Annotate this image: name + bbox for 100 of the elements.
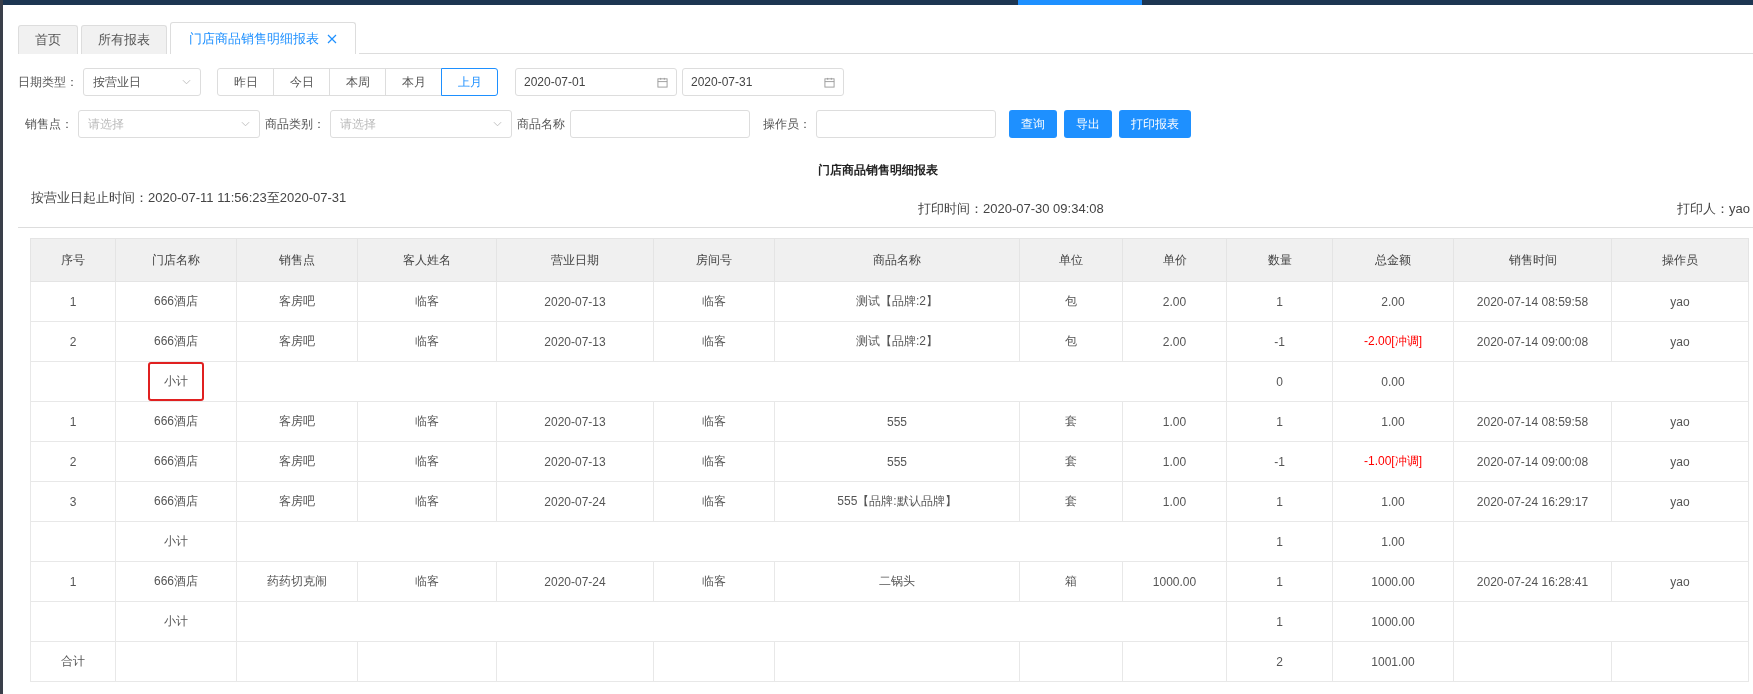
table-cell: 客房吧 xyxy=(236,281,358,322)
table-cell: -1 xyxy=(1226,441,1333,482)
table-cell: 555 xyxy=(774,441,1020,482)
total-label: 合计 xyxy=(30,641,116,682)
table-cell: 2 xyxy=(30,321,116,362)
filter-label: 日期类型： xyxy=(18,73,78,91)
column-header: 门店名称 xyxy=(115,238,237,282)
table-cell: 1.00 xyxy=(1332,401,1454,442)
table-cell: 客房吧 xyxy=(236,321,358,362)
table-cell: 2020-07-13 xyxy=(496,321,654,362)
table-cell: 临客 xyxy=(357,321,497,362)
table-cell: 客房吧 xyxy=(236,441,358,482)
print-time-text: 打印时间：2020-07-30 09:34:08 xyxy=(918,200,1104,218)
table-cell: -1.00[冲调] xyxy=(1332,441,1454,482)
caret-icon xyxy=(182,79,191,85)
date-type-select[interactable]: 按营业日 xyxy=(83,68,201,96)
table-cell: 1 xyxy=(1226,481,1333,522)
column-header: 序号 xyxy=(30,238,116,282)
close-icon[interactable] xyxy=(327,33,337,44)
filter-label: 销售点： xyxy=(24,115,73,133)
table-cell: 1.00 xyxy=(1122,481,1227,522)
table-cell: 套 xyxy=(1019,441,1123,482)
table-cell: 1 xyxy=(1226,521,1333,562)
calendar-icon xyxy=(824,76,835,88)
table-cell: yao xyxy=(1611,441,1749,482)
table-cell: yao xyxy=(1611,321,1749,362)
tab[interactable]: 首页 xyxy=(18,25,78,54)
table-cell: 555 xyxy=(774,401,1020,442)
table-cell: 箱 xyxy=(1019,561,1123,602)
table-cell: yao xyxy=(1611,281,1749,322)
caret-icon xyxy=(493,121,502,127)
table-cell: 2020-07-14 09:00:08 xyxy=(1453,321,1612,362)
date-range-button[interactable]: 今日 xyxy=(273,68,330,96)
table-cell: 3 xyxy=(30,481,116,522)
table-cell: 2020-07-14 08:59:58 xyxy=(1453,281,1612,322)
table-cell: 2020-07-24 16:28:41 xyxy=(1453,561,1612,602)
date-range-button[interactable]: 本月 xyxy=(385,68,442,96)
printer-text: 打印人：yao xyxy=(1677,200,1750,218)
filter-label: 商品名称 xyxy=(517,115,565,133)
operator-field[interactable] xyxy=(816,110,996,138)
table-cell: 临客 xyxy=(653,281,775,322)
filter-label: 操作员： xyxy=(763,115,811,133)
table-cell: 1.00 xyxy=(1332,481,1454,522)
table-cell: 1.00 xyxy=(1332,521,1454,562)
table-cell: yao xyxy=(1611,481,1749,522)
table-cell: 临客 xyxy=(357,281,497,322)
column-header: 销售点 xyxy=(236,238,358,282)
column-header: 单价 xyxy=(1122,238,1227,282)
calendar-icon xyxy=(657,76,668,88)
subtotal-label: 小计 xyxy=(163,613,189,630)
table-cell: 1 xyxy=(30,561,116,602)
table-cell: 1.00 xyxy=(1122,441,1227,482)
table-cell: 临客 xyxy=(653,321,775,362)
table-cell: 0 xyxy=(1226,361,1333,402)
column-header: 营业日期 xyxy=(496,238,654,282)
table-cell: -1 xyxy=(1226,321,1333,362)
table-cell: 2.00 xyxy=(1332,281,1454,322)
table-cell: 1 xyxy=(30,281,116,322)
tab[interactable]: 所有报表 xyxy=(81,25,167,54)
table-cell: 1000.00 xyxy=(1332,601,1454,642)
table-cell: 666酒店 xyxy=(115,481,237,522)
table-cell: 666酒店 xyxy=(115,441,237,482)
table-cell: -2.00[冲调] xyxy=(1332,321,1454,362)
table-cell: 客房吧 xyxy=(236,401,358,442)
table-cell: 包 xyxy=(1019,321,1123,362)
caret-icon xyxy=(241,121,250,127)
report-title: 门店商品销售明细报表 xyxy=(817,162,939,179)
table-cell: 1000.00 xyxy=(1122,561,1227,602)
table-cell: 2.00 xyxy=(1122,281,1227,322)
table-cell: 临客 xyxy=(357,561,497,602)
table-cell: 套 xyxy=(1019,481,1123,522)
table-cell: yao xyxy=(1611,401,1749,442)
date-range-text: 按营业日起止时间：2020-07-11 11:56:23至2020-07-31 xyxy=(31,189,347,207)
date-range-button[interactable]: 昨日 xyxy=(217,68,274,96)
table-cell: 555【品牌:默认品牌】 xyxy=(774,481,1020,522)
date-range-button[interactable]: 本周 xyxy=(329,68,386,96)
table-cell: 临客 xyxy=(357,441,497,482)
table-cell: 1 xyxy=(30,401,116,442)
product-name-field[interactable] xyxy=(570,110,750,138)
table-cell: 666酒店 xyxy=(115,321,237,362)
table-cell: 1001.00 xyxy=(1332,641,1454,682)
table-cell: 临客 xyxy=(357,401,497,442)
table-cell: 2 xyxy=(30,441,116,482)
table-cell: 临客 xyxy=(653,401,775,442)
table-cell: 1000.00 xyxy=(1332,561,1454,602)
table-cell: 临客 xyxy=(357,481,497,522)
table-cell: 666酒店 xyxy=(115,281,237,322)
table-cell: 临客 xyxy=(653,441,775,482)
column-header: 单位 xyxy=(1019,238,1123,282)
table-cell: 包 xyxy=(1019,281,1123,322)
table-cell: 1 xyxy=(1226,561,1333,602)
end-date-field[interactable]: 2020-07-31 xyxy=(682,68,844,96)
start-date-field[interactable]: 2020-07-01 xyxy=(515,68,677,96)
column-header: 操作员 xyxy=(1611,238,1749,282)
column-header: 客人姓名 xyxy=(357,238,497,282)
table-cell: 2020-07-13 xyxy=(496,401,654,442)
table-cell: 1.00 xyxy=(1122,401,1227,442)
table-cell: 临客 xyxy=(653,481,775,522)
column-header: 房间号 xyxy=(653,238,775,282)
date-range-button[interactable]: 上月 xyxy=(441,68,498,96)
